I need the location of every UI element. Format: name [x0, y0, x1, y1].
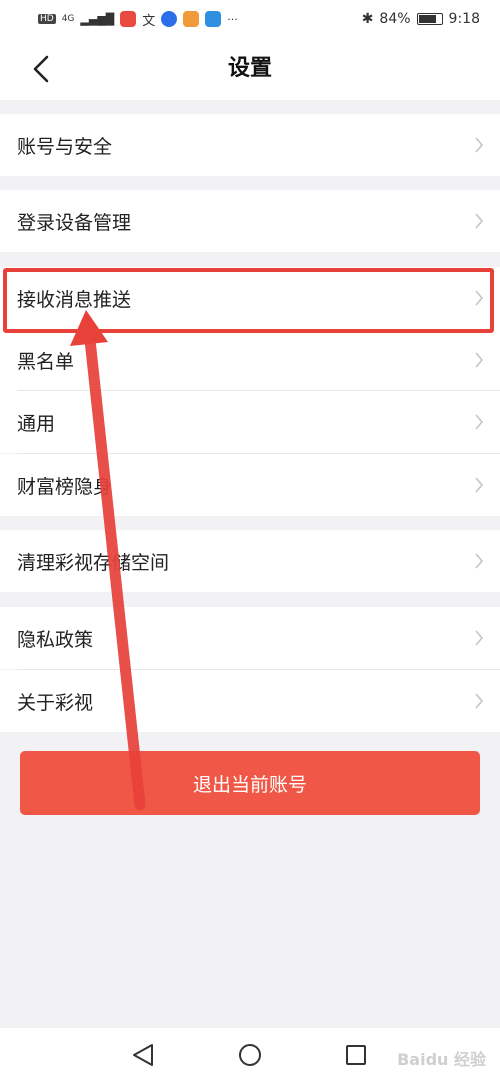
menu-item-label: 财富榜隐身	[17, 475, 113, 498]
battery-fill	[418, 15, 437, 23]
menu-item-label: 账号与安全	[17, 135, 113, 158]
menu-item-label: 关于彩视	[17, 691, 94, 714]
chevron-right-icon	[475, 477, 484, 493]
battery-icon	[416, 13, 443, 25]
menu-item-blacklist[interactable]: 黑名单	[0, 329, 500, 391]
nav-home-icon[interactable]	[237, 1042, 263, 1068]
chevron-right-icon	[475, 137, 484, 153]
system-nav-bar: Baidu 经验	[0, 1028, 500, 1084]
menu-item-device-management[interactable]: 登录设备管理	[0, 190, 500, 252]
menu-item-general[interactable]: 通用	[0, 391, 500, 453]
network-indicator: 4G	[61, 14, 75, 24]
chevron-right-icon	[475, 414, 484, 430]
menu-item-account-security[interactable]: 账号与安全	[0, 114, 500, 176]
menu-item-label: 清理彩视存储空间	[17, 551, 170, 574]
browser-notification-icon	[161, 11, 178, 27]
logout-button[interactable]: 退出当前账号	[20, 751, 480, 815]
menu-item-label: 隐私政策	[17, 628, 94, 651]
signal-icon: ▂▄▆█	[80, 12, 115, 26]
chevron-right-icon	[475, 630, 484, 646]
battery-percent: 84%	[379, 11, 411, 27]
app-notification-icon	[120, 11, 137, 27]
chevron-right-icon	[475, 553, 484, 569]
chat-notification-icon	[183, 11, 200, 27]
watermark: Baidu 经验	[397, 1050, 486, 1069]
menu-item-wealth-hidden[interactable]: 财富榜隐身	[0, 454, 500, 516]
translate-notification-icon: 文	[142, 13, 156, 29]
more-notifications-icon: ···	[227, 12, 238, 26]
menu-item-label: 登录设备管理	[17, 211, 132, 234]
menu-item-label: 通用	[17, 412, 56, 435]
bluetooth-icon: ✱	[361, 11, 374, 27]
menu-item-about[interactable]: 关于彩视	[0, 670, 500, 732]
page-title: 设置	[227, 56, 272, 81]
chevron-right-icon	[475, 213, 484, 229]
clock: 9:18	[448, 11, 480, 27]
menu-item-label: 黑名单	[17, 350, 75, 373]
chevron-right-icon	[475, 693, 484, 709]
menu-item-clear-storage[interactable]: 清理彩视存储空间	[0, 530, 500, 592]
video-notification-icon	[205, 11, 222, 27]
highlight-box	[3, 268, 494, 333]
status-left: HD 4G ▂▄▆█ 文 ···	[38, 10, 238, 29]
top-bar: 设置	[0, 38, 500, 100]
hd-indicator: HD	[38, 14, 56, 24]
menu-item-privacy-policy[interactable]: 隐私政策	[0, 607, 500, 669]
nav-recents-icon[interactable]	[343, 1042, 369, 1068]
chevron-right-icon	[475, 352, 484, 368]
status-bar: HD 4G ▂▄▆█ 文 ··· ✱ 84% 9:18	[0, 0, 500, 38]
status-right: ✱ 84% 9:18	[362, 11, 480, 27]
nav-back-icon[interactable]	[130, 1042, 156, 1068]
